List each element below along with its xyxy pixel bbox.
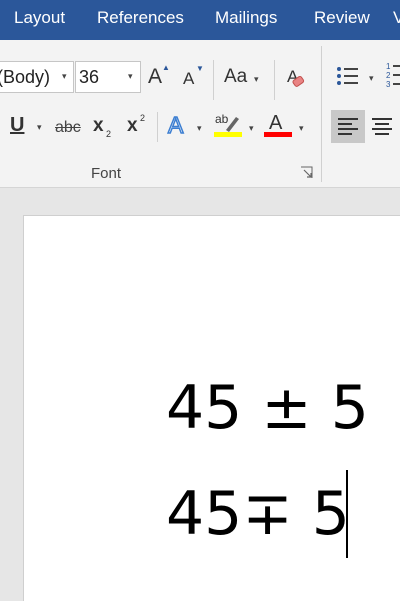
font-color-dropdown-icon[interactable]: ▾ bbox=[299, 123, 304, 134]
document-line-plus-minus[interactable]: 45 ± 5 bbox=[166, 378, 369, 438]
font-size-dropdown-icon[interactable]: ▾ bbox=[128, 71, 133, 82]
grow-font-button[interactable]: A ▲ bbox=[147, 63, 171, 90]
align-left-button[interactable] bbox=[331, 110, 365, 143]
shrink-font-button[interactable]: A ▼ bbox=[181, 64, 205, 90]
superscript-button[interactable]: x 2 bbox=[127, 113, 151, 140]
text-effects-dropdown-icon[interactable]: ▾ bbox=[197, 123, 202, 134]
numbering-lines-icon bbox=[393, 65, 400, 67]
dialog-launcher-icon bbox=[301, 166, 313, 178]
text-effects-button[interactable]: A ▾ bbox=[167, 111, 207, 140]
font-group-label: Font bbox=[91, 165, 122, 182]
subscript-glyph: x bbox=[93, 115, 104, 136]
tab-review[interactable]: Review bbox=[314, 8, 370, 28]
tab-references[interactable]: References bbox=[97, 8, 184, 28]
font-name-combo[interactable]: (Body) ▾ bbox=[0, 61, 74, 93]
highlight-button[interactable]: ab ▾ bbox=[214, 112, 260, 142]
underline-glyph: U bbox=[10, 114, 25, 136]
numbering-3: 3 bbox=[386, 80, 391, 89]
font-size-value: 36 bbox=[79, 67, 100, 87]
superscript-glyph: x bbox=[127, 115, 138, 136]
numbering-1: 1 bbox=[386, 62, 391, 71]
font-size-combo[interactable]: 36 ▾ bbox=[75, 61, 141, 93]
ribbon-divider bbox=[213, 60, 214, 100]
underline-button[interactable]: U ▾ bbox=[9, 113, 47, 141]
align-center-icon bbox=[372, 118, 392, 135]
align-center-button[interactable] bbox=[367, 110, 400, 143]
highlight-color-bar bbox=[214, 132, 242, 137]
subscript-button[interactable]: x 2 bbox=[93, 114, 117, 140]
bullets-button[interactable]: ▾ bbox=[335, 64, 380, 90]
subscript-small: 2 bbox=[106, 129, 112, 139]
highlighter-pen-icon bbox=[226, 117, 239, 132]
font-color-button[interactable]: A ▾ bbox=[264, 112, 310, 142]
tab-layout[interactable]: Layout bbox=[14, 8, 65, 28]
tab-mailings[interactable]: Mailings bbox=[215, 8, 277, 28]
ribbon-divider bbox=[274, 60, 275, 100]
numbering-2: 2 bbox=[386, 71, 391, 80]
highlight-dropdown-icon[interactable]: ▾ bbox=[249, 123, 254, 134]
grow-arrow-icon: ▲ bbox=[162, 63, 170, 72]
font-dialog-launcher[interactable] bbox=[300, 166, 314, 180]
tab-view[interactable]: V bbox=[393, 8, 400, 28]
change-case-dropdown-icon[interactable]: ▾ bbox=[254, 74, 259, 85]
align-left-icon bbox=[338, 118, 358, 135]
font-color-bar bbox=[264, 132, 292, 137]
bullets-icon bbox=[337, 67, 358, 85]
underline-dropdown-icon[interactable]: ▾ bbox=[37, 122, 42, 133]
group-divider bbox=[321, 46, 322, 182]
superscript-small: 2 bbox=[140, 113, 146, 123]
ribbon-divider bbox=[157, 112, 158, 142]
numbering-button[interactable]: 1 2 3 bbox=[385, 62, 400, 92]
bullets-dropdown-icon[interactable]: ▾ bbox=[369, 73, 374, 84]
strikethrough-glyph: abc bbox=[55, 119, 81, 136]
change-case-button[interactable]: Aa ▾ bbox=[222, 65, 264, 91]
ribbon-tab-bar: Layout References Mailings Review V bbox=[0, 0, 400, 40]
grow-font-glyph: A bbox=[148, 65, 163, 88]
document-page[interactable]: 45 ± 5 45∓ 5 bbox=[23, 215, 400, 601]
shrink-arrow-icon: ▼ bbox=[196, 64, 204, 73]
text-cursor bbox=[346, 470, 348, 558]
change-case-glyph: Aa bbox=[224, 66, 248, 87]
font-name-dropdown-icon[interactable]: ▾ bbox=[62, 71, 67, 82]
strikethrough-button[interactable]: abc bbox=[55, 115, 83, 141]
font-name-value: (Body) bbox=[0, 67, 51, 87]
document-line-minus-plus[interactable]: 45∓ 5 bbox=[166, 484, 350, 544]
clear-formatting-icon: A bbox=[287, 67, 305, 87]
clear-formatting-button[interactable]: A bbox=[284, 64, 308, 92]
text-effects-glyph: A bbox=[167, 111, 184, 139]
shrink-font-glyph: A bbox=[183, 69, 195, 88]
document-canvas: 45 ± 5 45∓ 5 bbox=[0, 188, 400, 601]
ribbon-home: (Body) ▾ 36 ▾ A ▲ A ▼ Aa ▾ A U ▾ abc x 2… bbox=[0, 40, 400, 188]
